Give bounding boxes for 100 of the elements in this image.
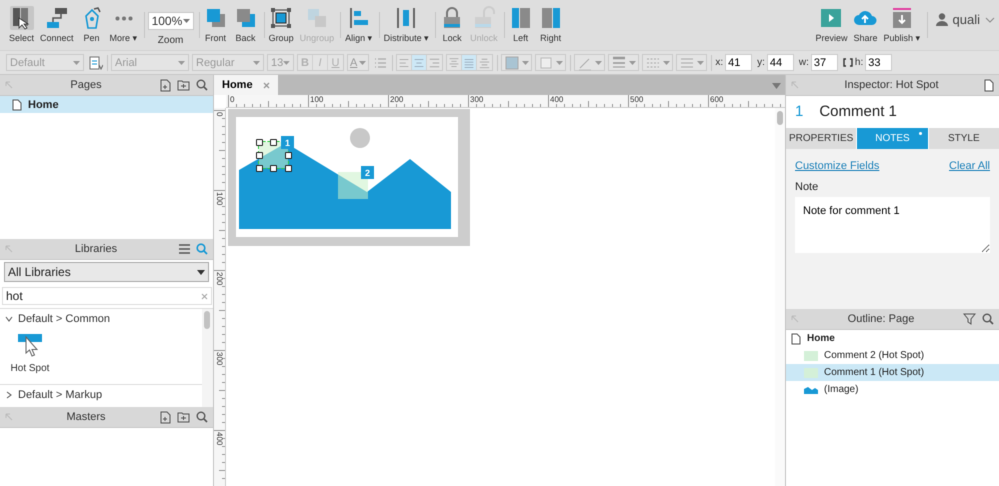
field-label: w: xyxy=(798,57,809,68)
zoom-label: Zoom xyxy=(158,35,184,46)
add-page-icon[interactable] xyxy=(159,78,171,92)
tool-button[interactable]: Align ▾ xyxy=(344,6,374,43)
scrollbar-thumb[interactable] xyxy=(777,111,783,125)
coordinate-field[interactable]: 33 xyxy=(865,54,892,71)
tool-button[interactable]: Group xyxy=(268,6,295,43)
chevron-down-icon xyxy=(5,315,13,323)
filter-icon[interactable] xyxy=(963,313,976,325)
align-toggle[interactable] xyxy=(412,55,428,70)
ruler-label: 200 xyxy=(215,272,224,286)
dropdown-caret-icon xyxy=(595,60,602,64)
ruler-label: 0 xyxy=(230,95,234,104)
note-field[interactable]: Note for comment 1 xyxy=(795,197,990,253)
comment-number: 2 xyxy=(361,166,374,179)
fill-color-picker[interactable] xyxy=(501,54,532,71)
dropdown-caret-icon xyxy=(697,60,704,64)
search-icon[interactable] xyxy=(196,79,208,91)
inspector-tab[interactable]: STYLE xyxy=(928,128,999,149)
ruler-label: 300 xyxy=(215,352,224,366)
dropdown-caret-icon xyxy=(359,60,366,64)
arrow-style-picker[interactable] xyxy=(676,54,708,71)
chevron-right-icon xyxy=(5,391,13,399)
ruler-label: 100 xyxy=(215,192,224,206)
coordinate-field[interactable]: 37 xyxy=(810,54,838,71)
outline-item[interactable]: Comment 2 (Hot Spot) xyxy=(786,347,999,364)
dropdown-caret-icon xyxy=(73,60,80,64)
ruler-label: 400 xyxy=(215,432,224,446)
dropdown-caret-icon xyxy=(178,60,185,64)
tool-button[interactable]: Share xyxy=(852,6,878,43)
constrain-icon[interactable] xyxy=(842,58,853,67)
library-group[interactable]: Default > Markup xyxy=(0,385,202,403)
style-edit-icon[interactable] xyxy=(87,54,103,70)
clear-icon[interactable] xyxy=(201,292,208,300)
tool-button[interactable]: More ▾ xyxy=(108,6,139,43)
coordinate-field[interactable]: 41 xyxy=(725,54,752,71)
library-group[interactable]: Default > Common xyxy=(0,309,202,327)
panel-title: Outline: Page xyxy=(846,313,916,325)
group-icon xyxy=(269,6,294,30)
inspector-tab[interactable]: PROPERTIES xyxy=(786,128,856,149)
ruler-label: 400 xyxy=(550,95,564,104)
link[interactable]: Customize Fields xyxy=(795,160,880,172)
ruler-label: 200 xyxy=(390,95,404,104)
library-dropdown[interactable]: All Libraries xyxy=(4,262,209,282)
add-folder-icon[interactable] xyxy=(177,79,190,91)
panel-title: Inspector: Hot Spot xyxy=(843,79,940,91)
tool-button[interactable]: Back xyxy=(232,6,259,43)
more-icon xyxy=(114,16,133,20)
zoom-dropdown[interactable]: 100% xyxy=(148,12,194,30)
align-toggle[interactable] xyxy=(447,55,462,70)
tool-button[interactable]: Pen xyxy=(78,6,105,43)
outline-item[interactable]: Comment 1 (Hot Spot) xyxy=(786,364,999,381)
tool-button[interactable]: Left xyxy=(508,6,534,43)
dropdown-caret-icon[interactable] xyxy=(772,83,781,89)
dropdown-caret-icon xyxy=(629,60,636,64)
user-menu[interactable]: quali xyxy=(928,0,999,27)
page-item[interactable]: Home xyxy=(0,96,213,113)
add-page-icon[interactable] xyxy=(159,410,171,424)
collapse-icon[interactable] xyxy=(791,315,799,323)
library-widget[interactable]: Hot Spot xyxy=(8,333,52,374)
search-icon[interactable] xyxy=(196,411,208,423)
collapse-icon[interactable] xyxy=(5,413,13,421)
close-icon[interactable] xyxy=(262,82,270,88)
align-toggle[interactable] xyxy=(397,55,412,70)
add-folder-icon[interactable] xyxy=(177,411,190,423)
coordinate-field[interactable]: 44 xyxy=(766,54,794,71)
hotspot-icon xyxy=(804,368,818,378)
connector-icon xyxy=(44,6,69,30)
hotspot-widget-icon xyxy=(17,333,43,357)
outline-item[interactable]: Home xyxy=(786,330,999,347)
search-icon[interactable] xyxy=(196,243,208,255)
line-pattern-picker[interactable] xyxy=(642,54,674,71)
scrollbar[interactable] xyxy=(202,309,213,407)
align-toggle[interactable] xyxy=(462,55,478,70)
link[interactable]: Clear All xyxy=(949,160,990,172)
search-icon[interactable] xyxy=(982,313,994,325)
zoom-value: 100% xyxy=(152,14,182,28)
tool-button[interactable]: Distribute ▾ xyxy=(382,6,430,43)
outline-item[interactable]: (Image) xyxy=(786,381,999,398)
tool-button[interactable]: Right xyxy=(538,6,564,43)
collapse-icon[interactable] xyxy=(5,245,13,253)
collapse-icon[interactable] xyxy=(791,81,799,89)
page-icon[interactable] xyxy=(984,78,994,92)
line-thickness-picker[interactable] xyxy=(608,54,640,71)
tool-button[interactable]: Lock xyxy=(439,6,466,43)
dropdown-caret-icon xyxy=(283,60,290,64)
panel-title: Libraries xyxy=(74,243,118,255)
collapse-icon[interactable] xyxy=(5,81,13,89)
shadow-picker[interactable] xyxy=(535,54,566,71)
tool-button[interactable]: Preview xyxy=(814,6,848,43)
search-field[interactable]: hot xyxy=(2,287,212,305)
hotspot-icon xyxy=(804,350,818,360)
menu-icon[interactable] xyxy=(179,244,190,254)
tool-button[interactable]: Publish ▾ xyxy=(882,6,922,43)
dropdown-caret-icon xyxy=(197,270,205,274)
tool-button[interactable]: Front xyxy=(202,6,229,43)
tool-button[interactable]: Connect xyxy=(39,6,75,43)
page-tab[interactable]: Home xyxy=(214,75,278,95)
comment-number: 1 xyxy=(795,103,804,120)
line-color-picker[interactable] xyxy=(574,54,606,71)
